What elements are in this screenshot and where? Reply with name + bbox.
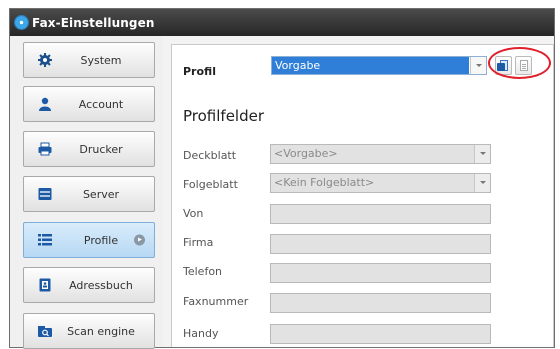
- sidebar-item-label: Adressbuch: [69, 278, 133, 292]
- sidebar-item-account[interactable]: Account: [23, 86, 155, 122]
- deckblatt-select[interactable]: <Vorgabe>: [270, 144, 491, 164]
- profile-select-value: Vorgabe: [272, 57, 469, 74]
- sidebar-item-label: Drucker: [79, 142, 123, 156]
- firma-field[interactable]: [270, 234, 491, 254]
- scanner-icon: [38, 326, 52, 337]
- faxnummer-field[interactable]: [270, 293, 491, 313]
- sidebar-item-label: Server: [82, 187, 120, 201]
- folgeblatt-select[interactable]: <Kein Folgeblatt>: [270, 173, 491, 193]
- title-bar: Fax-Einstellungen: [10, 9, 554, 36]
- app-icon: [15, 16, 28, 29]
- sidebar-item-label: Scan engine: [67, 324, 135, 338]
- sidebar-item-profile[interactable]: Profile: [23, 222, 155, 258]
- profile-settings-panel: Profil Vorgabe Profilfelder Deckblatt <V…: [171, 44, 554, 347]
- firma-label: Firma: [183, 236, 214, 249]
- handy-label: Handy: [183, 327, 219, 340]
- section-title: Profilfelder: [183, 107, 265, 125]
- telefon-field[interactable]: [270, 263, 491, 283]
- sidebar-item-label: System: [80, 53, 122, 67]
- handy-field[interactable]: [270, 324, 491, 344]
- sidebar-item-server[interactable]: Server: [23, 176, 155, 212]
- sidebar-item-scan-engine[interactable]: Scan engine: [23, 313, 155, 349]
- faxnummer-label: Faxnummer: [183, 295, 249, 308]
- profile-label: Profil: [183, 65, 216, 78]
- sidebar-item-label: Account: [78, 97, 124, 111]
- folgeblatt-value: <Kein Folgeblatt>: [274, 176, 375, 189]
- telefon-label: Telefon: [183, 265, 223, 278]
- sidebar-item-adressbuch[interactable]: Adressbuch: [23, 267, 155, 303]
- gear-icon: [38, 53, 52, 67]
- deckblatt-value: <Vorgabe>: [274, 147, 338, 160]
- list-icon: [38, 234, 52, 246]
- sidebar-item-system[interactable]: System: [23, 42, 155, 78]
- chevron-down-icon[interactable]: [474, 174, 490, 192]
- printer-icon: [38, 142, 52, 156]
- sidebar-item-drucker[interactable]: Drucker: [23, 131, 155, 167]
- von-label: Von: [183, 207, 204, 220]
- window-title: Fax-Einstellungen: [32, 15, 155, 30]
- user-icon: [39, 97, 51, 111]
- chevron-down-icon[interactable]: [474, 145, 490, 163]
- server-icon: [38, 188, 52, 200]
- chevron-right-icon: [134, 234, 145, 246]
- sidebar: System Account Drucker Server Profile Ad…: [10, 36, 163, 349]
- von-field[interactable]: [270, 204, 491, 224]
- chevron-down-icon[interactable]: [470, 57, 486, 74]
- fax-settings-window: Fax-Einstellungen System Account Drucker…: [9, 8, 555, 349]
- profile-select[interactable]: Vorgabe: [271, 56, 487, 75]
- address-book-icon: [39, 278, 51, 292]
- deckblatt-label: Deckblatt: [183, 149, 237, 162]
- folgeblatt-label: Folgeblatt: [183, 178, 238, 191]
- highlight-circle: [488, 47, 551, 79]
